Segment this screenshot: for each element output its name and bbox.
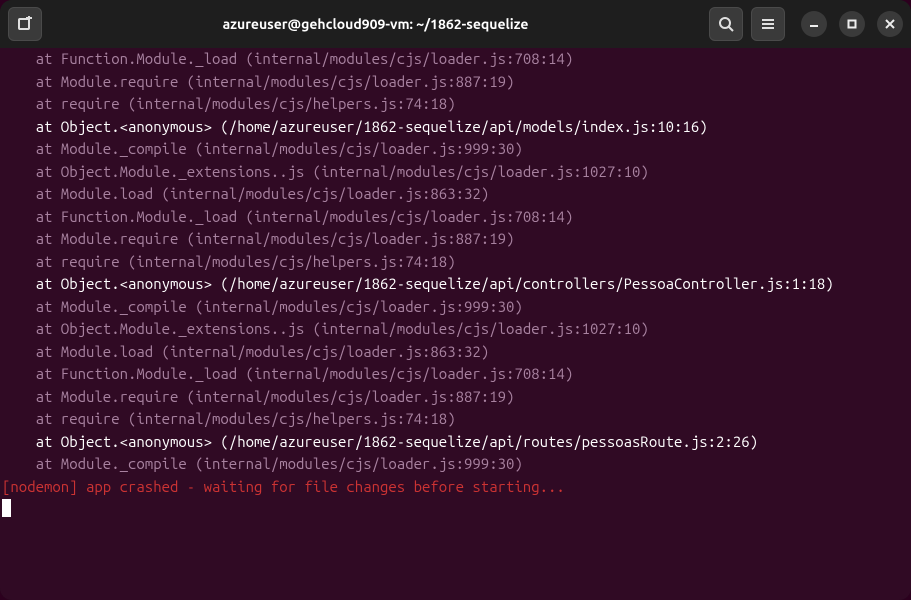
titlebar: azureuser@gehcloud909-vm: ~/1862-sequeli… — [0, 0, 911, 48]
terminal-output[interactable]: at Function.Module._load (internal/modul… — [0, 48, 911, 600]
stack-trace-line: at Module._compile (internal/modules/cjs… — [2, 140, 523, 157]
hamburger-menu-button[interactable] — [751, 7, 785, 41]
stack-trace-line: at Object.Module._extensions..js (intern… — [2, 163, 649, 180]
terminal-cursor — [2, 499, 11, 517]
stack-trace-line: at require (internal/modules/cjs/helpers… — [2, 253, 456, 270]
stack-trace-line: at Module.load (internal/modules/cjs/loa… — [2, 185, 489, 202]
stack-trace-line: at Function.Module._load (internal/modul… — [2, 50, 573, 67]
stack-trace-line: at Module.require (internal/modules/cjs/… — [2, 388, 514, 405]
terminal-window: azureuser@gehcloud909-vm: ~/1862-sequeli… — [0, 0, 911, 600]
stack-trace-line: at Object.Module._extensions..js (intern… — [2, 320, 649, 337]
new-tab-button[interactable] — [8, 7, 42, 41]
stack-trace-line: at Module.require (internal/modules/cjs/… — [2, 230, 514, 247]
minimize-button[interactable] — [801, 11, 827, 37]
stack-trace-line: at Object.<anonymous> (/home/azureuser/1… — [2, 118, 708, 135]
stack-trace-line: at Module.require (internal/modules/cjs/… — [2, 73, 514, 90]
window-controls — [801, 11, 903, 37]
stack-trace-line: at Function.Module._load (internal/modul… — [2, 208, 573, 225]
stack-trace-line: at require (internal/modules/cjs/helpers… — [2, 410, 456, 427]
window-title: azureuser@gehcloud909-vm: ~/1862-sequeli… — [50, 16, 701, 32]
stack-trace-line: at Function.Module._load (internal/modul… — [2, 365, 573, 382]
nodemon-crash-line: [nodemon] app crashed - waiting for file… — [2, 478, 565, 495]
search-button[interactable] — [709, 7, 743, 41]
maximize-button[interactable] — [839, 11, 865, 37]
stack-trace-line: at Module._compile (internal/modules/cjs… — [2, 455, 523, 472]
stack-trace-line: at Module.load (internal/modules/cjs/loa… — [2, 343, 489, 360]
stack-trace-line: at Module._compile (internal/modules/cjs… — [2, 298, 523, 315]
stack-trace-line: at require (internal/modules/cjs/helpers… — [2, 95, 456, 112]
close-button[interactable] — [877, 11, 903, 37]
stack-trace-line: at Object.<anonymous> (/home/azureuser/1… — [2, 433, 758, 450]
stack-trace-line: at Object.<anonymous> (/home/azureuser/1… — [2, 275, 834, 292]
